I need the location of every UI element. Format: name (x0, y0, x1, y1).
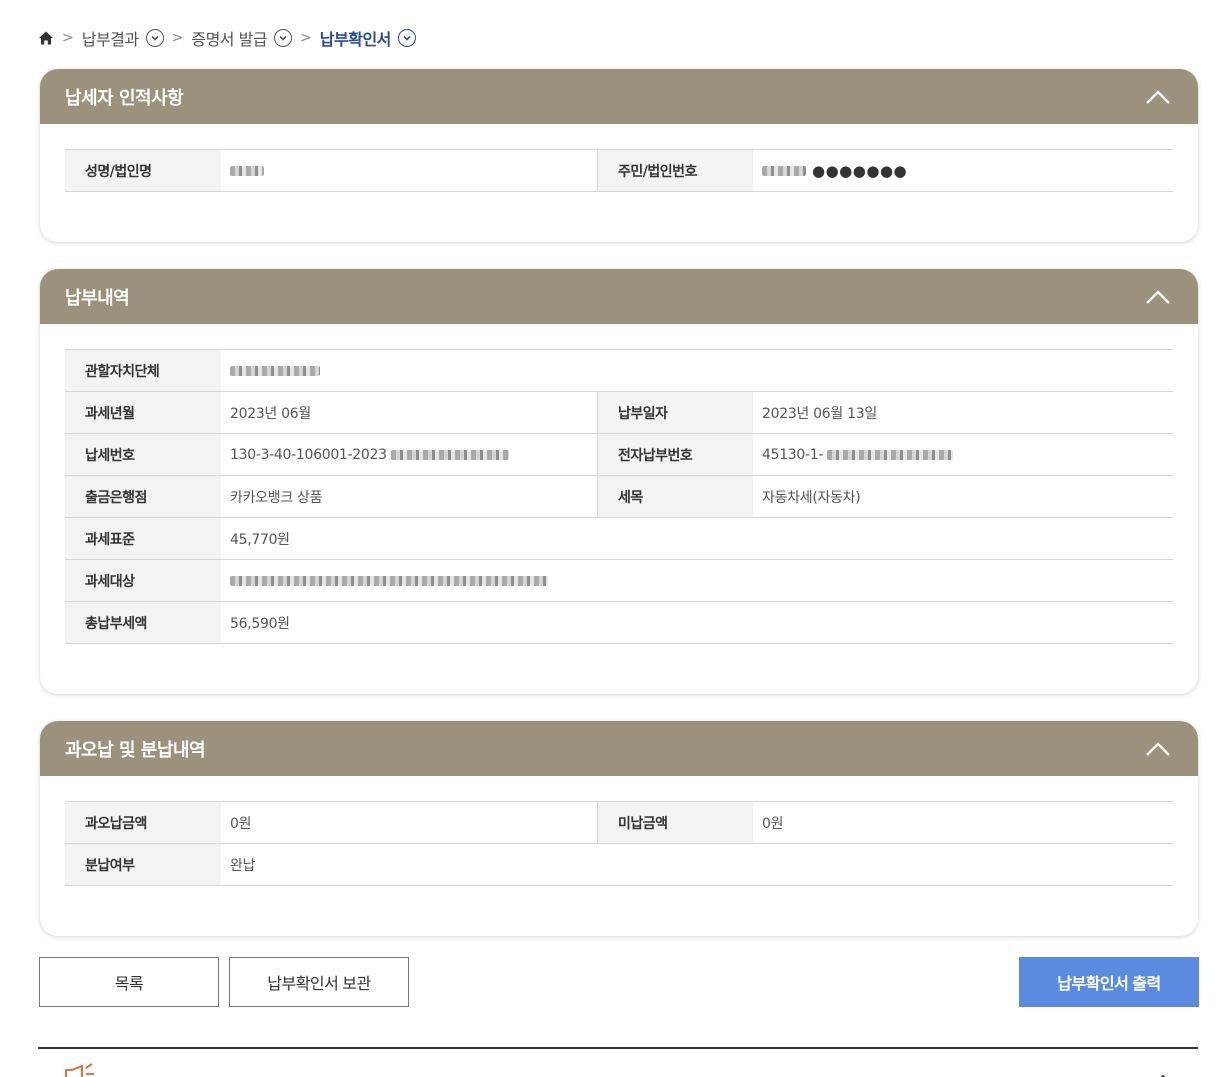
e-payment-number-label: 전자납부번호 (597, 434, 753, 475)
tax-base-value: 45,770원 (230, 531, 290, 548)
chevron-right-icon: > (171, 30, 184, 46)
panel-header[interactable]: 납부내역 (40, 269, 1198, 324)
tax-number-label: 납세번호 (65, 434, 221, 475)
chevron-right-icon: > (62, 30, 74, 46)
bank-label: 출금은행점 (65, 476, 221, 517)
authority-label: 관할자치단체 (65, 350, 221, 391)
name-label: 성명/법인명 (65, 150, 221, 191)
breadcrumb: > 납부결과 > 증명서 발급 > 납부확인서 (38, 26, 416, 50)
masked-text (390, 449, 509, 460)
rrn-value: ●●●●●●● (753, 150, 1173, 191)
overpaid-label: 과오납금액 (65, 802, 221, 843)
table-row: 과세년월 2023년 06월 납부일자 2023년 06월 13일 (65, 392, 1173, 434)
authority-value (221, 350, 1173, 391)
rrn-label: 주민/법인번호 (597, 150, 753, 191)
tax-base-label: 과세표준 (65, 518, 221, 559)
chevron-right-icon: > (300, 30, 312, 46)
unpaid-value: 0원 (762, 815, 784, 832)
chevron-up-icon[interactable] (1156, 1068, 1170, 1077)
panel-header[interactable]: 과오납 및 분납내역 (40, 721, 1198, 776)
chevron-down-icon[interactable] (397, 29, 416, 47)
masked-text (827, 449, 954, 460)
list-button[interactable]: 목록 (39, 957, 219, 1007)
tax-item-label: 세목 (597, 476, 753, 517)
tax-item-value: 자동차세(자동차) (762, 489, 861, 506)
home-icon[interactable] (38, 30, 54, 46)
panel-title: 납세자 인적사항 (65, 87, 184, 109)
installment-label: 분납여부 (65, 844, 221, 885)
table-row: 총납부세액 56,590원 (65, 602, 1173, 644)
payment-panel: 납부내역 관할자치단체 과세년월 2023년 06월 납부일자 2023년 06… (40, 269, 1198, 694)
name-value (221, 150, 597, 191)
overpay-panel: 과오납 및 분납내역 과오납금액 0원 미납금액 0원 분납여부 완납 (40, 721, 1198, 936)
panel-title: 납부내역 (65, 287, 130, 309)
bank-value: 카카오뱅크 상품 (230, 489, 323, 506)
payment-date-label: 납부일자 (597, 392, 753, 433)
chevron-down-icon[interactable] (145, 29, 164, 47)
footer-divider (38, 1047, 1198, 1049)
table-row: 관할자치단체 (65, 350, 1173, 392)
panel-header[interactable]: 납세자 인적사항 (40, 69, 1198, 124)
tax-year-month-value: 2023년 06월 (230, 405, 311, 422)
breadcrumb-item-certificate[interactable]: 증명서 발급 (191, 26, 267, 50)
save-certificate-button[interactable]: 납부확인서 보관 (229, 957, 409, 1007)
e-payment-number-value: 45130-1- (753, 434, 1173, 475)
breadcrumb-item-confirmation[interactable]: 납부확인서 (320, 26, 392, 50)
table-row: 납세번호 130-3-40-106001-2023 전자납부번호 45130-1… (65, 434, 1173, 476)
taxpayer-table: 성명/법인명 주민/법인번호 ●●●●●●● (65, 149, 1173, 192)
tax-number-value: 130-3-40-106001-2023 (221, 434, 597, 475)
overpaid-value: 0원 (230, 815, 252, 832)
table-row: 성명/법인명 주민/법인번호 ●●●●●●● (65, 150, 1173, 192)
total-paid-label: 총납부세액 (65, 602, 221, 643)
unpaid-label: 미납금액 (597, 802, 753, 843)
chevron-up-icon[interactable] (1144, 83, 1172, 111)
print-certificate-button[interactable]: 납부확인서 출력 (1019, 957, 1199, 1007)
table-row: 과오납금액 0원 미납금액 0원 (65, 802, 1173, 844)
masked-text (762, 165, 806, 176)
tax-year-month-label: 과세년월 (65, 392, 221, 433)
chevron-down-icon[interactable] (274, 29, 293, 47)
tax-number-prefix: 130-3-40-106001-2023 (230, 446, 387, 463)
masked-text (230, 575, 548, 586)
rrn-mask: ●●●●●●● (812, 161, 908, 180)
table-row: 과세대상 (65, 560, 1173, 602)
overpay-table: 과오납금액 0원 미납금액 0원 분납여부 완납 (65, 801, 1173, 886)
chevron-up-icon[interactable] (1144, 735, 1172, 763)
masked-text (230, 165, 264, 176)
e-payment-number-prefix: 45130-1- (762, 446, 824, 463)
masked-text (230, 365, 320, 376)
table-row: 과세표준 45,770원 (65, 518, 1173, 560)
breadcrumb-item-result[interactable]: 납부결과 (82, 26, 139, 50)
payment-table: 관할자치단체 과세년월 2023년 06월 납부일자 2023년 06월 13일… (65, 349, 1173, 644)
installment-value: 완납 (230, 857, 256, 874)
table-row: 출금은행점 카카오뱅크 상품 세목 자동차세(자동차) (65, 476, 1173, 518)
megaphone-icon (64, 1062, 98, 1077)
total-paid-value: 56,590원 (230, 615, 290, 632)
tax-target-value (221, 560, 1173, 601)
footer-info[interactable] (64, 1062, 98, 1077)
tax-target-label: 과세대상 (65, 560, 221, 601)
taxpayer-panel: 납세자 인적사항 성명/법인명 주민/법인번호 ●●●●●●● (40, 69, 1198, 242)
payment-date-value: 2023년 06월 13일 (762, 405, 877, 422)
chevron-up-icon[interactable] (1144, 283, 1172, 311)
table-row: 분납여부 완납 (65, 844, 1173, 886)
panel-title: 과오납 및 분납내역 (65, 739, 206, 761)
